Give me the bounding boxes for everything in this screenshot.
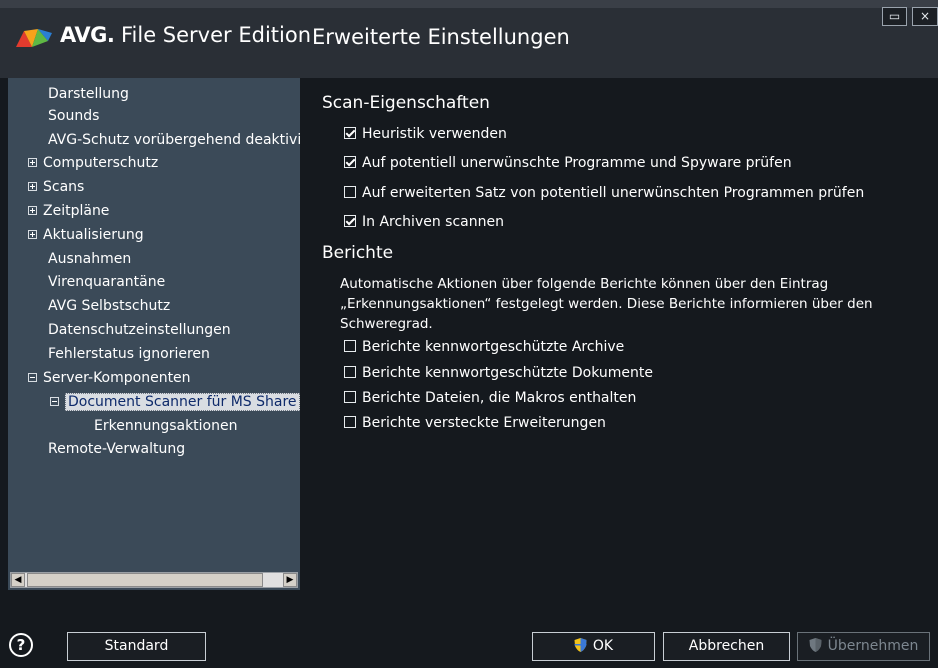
tree-item-darstellung[interactable]: Darstellung	[48, 83, 129, 105]
brand-bold: AVG.	[60, 23, 115, 47]
settings-panel: Scan-Eigenschaften Heuristik verwenden A…	[310, 78, 932, 590]
scroll-left-icon[interactable]: ◀	[11, 573, 25, 587]
checkbox-icon[interactable]	[344, 186, 356, 198]
cancel-button[interactable]: Abbrechen	[663, 632, 790, 661]
close-button[interactable]: ×	[912, 7, 938, 26]
expand-icon[interactable]	[28, 229, 37, 239]
expand-icon[interactable]	[28, 205, 37, 215]
tree-item-ausnahmen[interactable]: Ausnahmen	[48, 248, 131, 270]
shield-icon	[809, 638, 822, 652]
expand-icon[interactable]	[28, 157, 37, 167]
scan-archives-option[interactable]: In Archiven scannen	[344, 212, 504, 232]
expand-icon[interactable]	[28, 181, 37, 191]
brand-rest: File Server Edition	[120, 23, 311, 47]
option-label: In Archiven scannen	[362, 214, 504, 230]
scroll-right-icon[interactable]: ▶	[283, 573, 297, 587]
help-icon[interactable]: ?	[9, 633, 33, 657]
collapse-icon[interactable]	[28, 372, 37, 382]
tree-item-computerschutz[interactable]: Computerschutz	[28, 152, 158, 174]
tree-item-label-selected: Document Scanner für MS Share	[65, 393, 300, 411]
tree-item-label: Zeitpläne	[43, 203, 110, 219]
checkbox-icon[interactable]	[344, 156, 356, 168]
window-title: Erweiterte Einstellungen	[312, 25, 570, 49]
heuristics-option[interactable]: Heuristik verwenden	[344, 124, 507, 144]
avg-logo-icon	[16, 29, 52, 47]
checkbox-icon[interactable]	[344, 215, 356, 227]
tree-item-aktualisierung[interactable]: Aktualisierung	[28, 224, 144, 246]
shield-icon	[574, 638, 587, 652]
checkbox-icon[interactable]	[344, 127, 356, 139]
maximize-button[interactable]: ▭	[882, 7, 907, 26]
pup-spyware-option[interactable]: Auf potentiell unerwünschte Programme un…	[344, 153, 792, 173]
scrollbar-thumb[interactable]	[27, 573, 263, 587]
apply-button[interactable]: Übernehmen	[797, 632, 930, 661]
product-name: AVG. File Server Edition	[60, 23, 311, 47]
checkbox-icon[interactable]	[344, 391, 356, 403]
report-macros-option[interactable]: Berichte Dateien, die Makros enthalten	[344, 388, 636, 408]
report-protected-documents-option[interactable]: Berichte kennwortgeschützte Dokumente	[344, 363, 653, 383]
tree-item-remote-verwaltung[interactable]: Remote-Verwaltung	[48, 438, 185, 460]
tree-item-label: Scans	[43, 179, 85, 195]
option-label: Heuristik verwenden	[362, 126, 507, 142]
reports-description: Automatische Aktionen über folgende Beri…	[340, 276, 873, 332]
tree-item-label: Aktualisierung	[43, 227, 144, 243]
title-bar: AVG. File Server Edition Erweiterte Eins…	[0, 0, 938, 78]
extended-pup-option[interactable]: Auf erweiterten Satz von potentiell uner…	[344, 183, 864, 203]
tree-item-label: Server-Komponenten	[43, 370, 191, 386]
tree-item-document-scanner[interactable]: Document Scanner für MS Share	[50, 391, 300, 413]
report-hidden-extensions-option[interactable]: Berichte versteckte Erweiterungen	[344, 413, 606, 433]
ok-label: OK	[592, 638, 614, 654]
option-label: Berichte versteckte Erweiterungen	[362, 415, 606, 431]
tree-item-datenschutzeinstellungen[interactable]: Datenschutzeinstellungen	[48, 319, 231, 341]
tree-item-server-komponenten[interactable]: Server-Komponenten	[28, 367, 191, 389]
option-label: Auf erweiterten Satz von potentiell uner…	[362, 185, 865, 201]
apply-label: Übernehmen	[827, 638, 919, 654]
scan-properties-heading: Scan-Eigenschaften	[322, 93, 490, 113]
title-bar-top-strip	[0, 0, 938, 8]
report-protected-archives-option[interactable]: Berichte kennwortgeschützte Archive	[344, 337, 624, 357]
settings-tree: Darstellung Sounds AVG-Schutz vorübergeh…	[8, 78, 300, 570]
checkbox-icon[interactable]	[344, 366, 356, 378]
option-label: Berichte kennwortgeschützte Dokumente	[362, 365, 653, 381]
tree-item-erkennungsaktionen[interactable]: Erkennungsaktionen	[94, 415, 238, 437]
tree-item-zeitplaene[interactable]: Zeitpläne	[28, 200, 109, 222]
reports-heading: Berichte	[322, 243, 394, 263]
settings-navigation: Darstellung Sounds AVG-Schutz vorübergeh…	[8, 78, 300, 590]
option-label: Berichte Dateien, die Makros enthalten	[362, 390, 637, 406]
maximize-icon: ▭	[888, 9, 901, 23]
tree-item-fehlerstatus-ignorieren[interactable]: Fehlerstatus ignorieren	[48, 343, 210, 365]
checkbox-icon[interactable]	[344, 340, 356, 352]
horizontal-scrollbar[interactable]: ◀ ▶	[10, 572, 298, 588]
close-icon: ×	[919, 9, 931, 23]
checkbox-icon[interactable]	[344, 416, 356, 428]
tree-item-sounds[interactable]: Sounds	[48, 105, 99, 127]
tree-item-avg-selbstschutz[interactable]: AVG Selbstschutz	[48, 295, 170, 317]
tree-item-avg-schutz-deaktivieren[interactable]: AVG-Schutz vorübergehend deaktivie	[48, 129, 300, 151]
tree-item-virenquarantaene[interactable]: Virenquarantäne	[48, 271, 165, 293]
collapse-icon[interactable]	[50, 396, 59, 406]
option-label: Berichte kennwortgeschützte Archive	[362, 339, 625, 355]
option-label: Auf potentiell unerwünschte Programme un…	[362, 155, 792, 171]
ok-button[interactable]: OK	[532, 632, 655, 661]
tree-item-scans[interactable]: Scans	[28, 176, 84, 198]
tree-item-label: Computerschutz	[43, 155, 159, 171]
standard-button[interactable]: Standard	[67, 632, 206, 661]
